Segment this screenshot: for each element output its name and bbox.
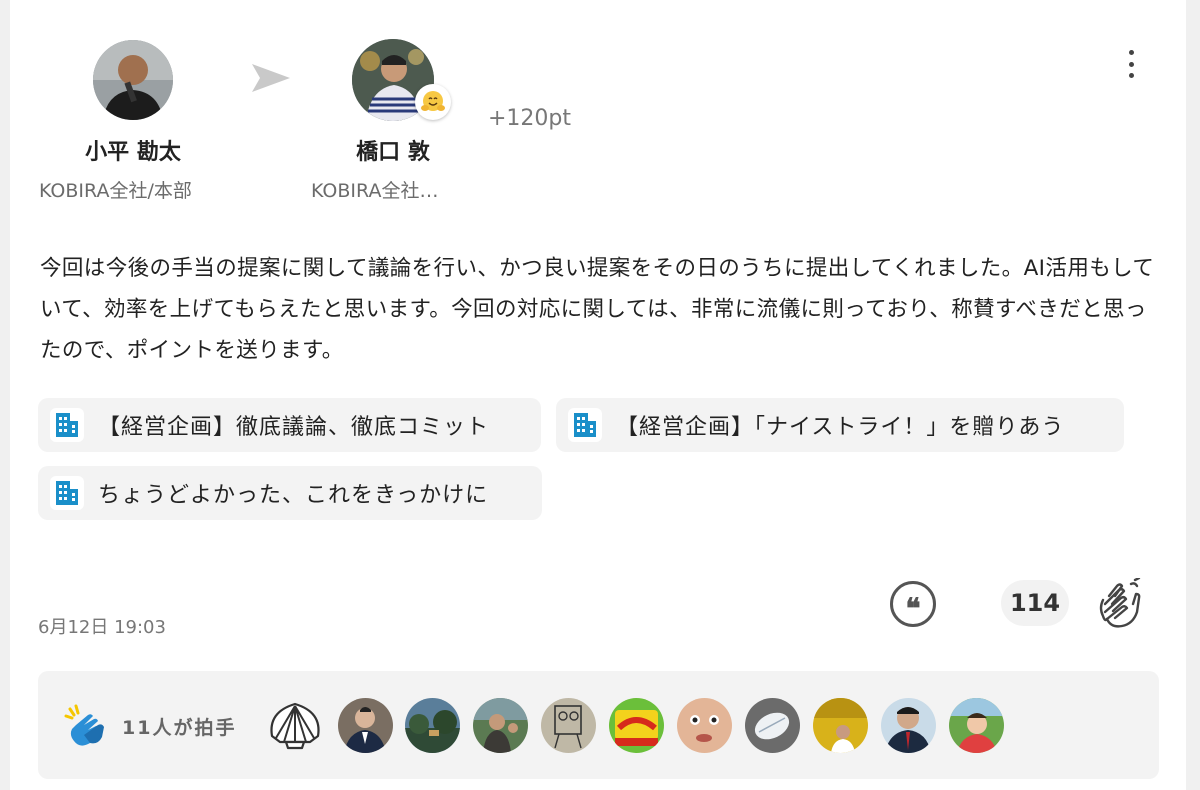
building-icon [50, 408, 84, 442]
sender-name[interactable]: 小平 勘太 [70, 134, 196, 166]
clap-count[interactable]: 114 [1001, 580, 1069, 626]
tag-label: ちょうどよかった、これをきっかけに [98, 483, 489, 508]
dot [1128, 50, 1134, 55]
quote-icon[interactable]: ❝ [890, 581, 936, 627]
building-icon [50, 476, 84, 510]
hugging-face-icon [415, 84, 451, 120]
more-options-button[interactable] [1118, 46, 1144, 82]
post-card: 小平 勘太 KOBIRA全社/本部 橋口 敦 KOBIRA全社… +120pt … [10, 0, 1186, 790]
points-badge: +120pt [488, 106, 572, 131]
clapper-avatar[interactable] [949, 698, 1004, 753]
receiver-name[interactable]: 橋口 敦 [330, 134, 456, 166]
clapper-avatar[interactable] [405, 698, 460, 753]
message-text: 今回は今後の手当の提案に関して議論を行い、かつ良い提案をその日のうちに提出してく… [40, 256, 1155, 363]
send-arrow-icon [252, 64, 290, 92]
value-tag[interactable]: 【経営企画】「ナイストライ！」を贈りあう [556, 398, 1124, 452]
clapping-hands-icon [64, 704, 104, 746]
value-tag[interactable]: ちょうどよかった、これをきっかけに [38, 466, 542, 520]
clappers-panel: 11人が拍手 [38, 671, 1159, 779]
dot [1128, 61, 1134, 67]
tag-label: 【経営企画】徹底議論、徹底コミット [98, 415, 490, 440]
clapping-hands-icon[interactable] [1095, 578, 1145, 630]
clapper-avatar[interactable] [745, 698, 800, 753]
clapper-avatar[interactable] [881, 698, 936, 753]
clapper-avatar[interactable] [609, 698, 664, 753]
clapper-avatar[interactable] [473, 698, 528, 753]
shell-icon[interactable] [266, 698, 324, 752]
dot [1128, 73, 1134, 78]
building-icon [568, 408, 602, 442]
sender-avatar[interactable] [93, 40, 173, 120]
clapper-avatar[interactable] [541, 698, 596, 753]
tag-label: 【経営企画】「ナイストライ！」を贈りあう [616, 415, 1065, 440]
receiver-department: KOBIRA全社… [311, 180, 439, 202]
clapper-avatar[interactable] [813, 698, 868, 753]
sender-department: KOBIRA全社/本部 [39, 180, 192, 202]
value-tag[interactable]: 【経営企画】徹底議論、徹底コミット [38, 398, 541, 452]
clapper-avatar[interactable] [677, 698, 732, 753]
clappers-count-label: 11人が拍手 [122, 717, 237, 739]
clapper-avatar[interactable] [338, 698, 393, 753]
post-timestamp: 6月12日 19:03 [38, 617, 166, 638]
